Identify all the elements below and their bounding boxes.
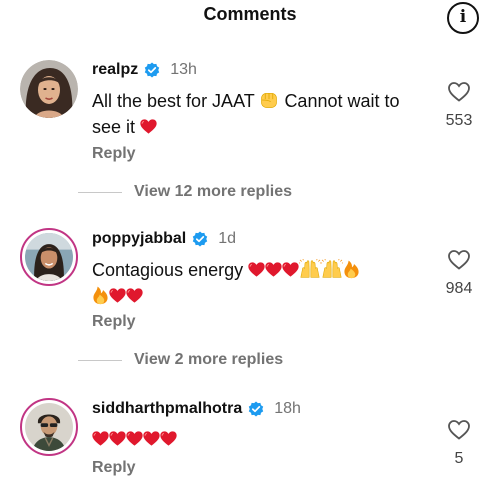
red-heart-emoji-icon [143,431,160,446]
like-count: 984 [445,280,473,297]
reply-button[interactable]: Reply [92,459,136,477]
reply-button[interactable]: Reply [92,145,136,163]
red-heart-emoji-icon [109,288,126,303]
fist-emoji-icon [259,90,279,110]
replies-divider [78,191,122,193]
comment-header: realpz 13h [92,59,197,81]
comment-text-part: Contagious energy [92,260,244,280]
verified-badge-icon [192,231,208,247]
avatar[interactable] [20,60,78,118]
red-heart-emoji-icon [282,262,299,277]
comment-time: 13h [170,61,197,78]
red-heart-emoji-icon [92,431,109,446]
like-count: 5 [454,450,464,467]
like-count: 553 [445,112,473,129]
view-replies-button[interactable]: View 12 more replies [78,182,292,202]
username[interactable]: realpz [92,61,138,79]
comment-text-part: All the best for JAAT [92,91,255,111]
fire-emoji-icon [343,259,360,279]
comment-time: 1d [218,230,237,247]
comments-header: Comments i [0,0,500,34]
raising-hands-emoji-icon [299,259,321,279]
comment-header: poppyjabbal 1d [92,228,236,250]
heart-icon[interactable] [447,80,471,104]
view-replies-label: View 12 more replies [134,183,293,200]
heart-icon[interactable] [447,248,471,272]
raising-hands-emoji-icon [321,259,343,279]
verified-badge-icon [144,62,160,78]
red-heart-emoji-icon [126,431,143,446]
fire-emoji-icon [92,285,109,305]
red-heart-emoji-icon [265,262,282,277]
username[interactable]: siddharthpmalhotra [92,400,242,418]
comment-text: All the best for JAAT Cannot wait to see… [92,88,422,140]
heart-icon[interactable] [447,418,471,442]
view-replies-button[interactable]: View 2 more replies [78,350,283,370]
replies-divider [78,359,122,361]
username[interactable]: poppyjabbal [92,230,186,248]
red-heart-emoji-icon [126,288,143,303]
info-icon[interactable]: i [447,2,479,34]
avatar[interactable] [20,228,78,286]
reply-button[interactable]: Reply [92,313,136,331]
avatar[interactable] [20,398,78,456]
page-title: Comments [203,4,297,24]
view-replies-label: View 2 more replies [134,351,284,368]
comment-time: 18h [274,400,301,417]
comment-text: Contagious energy [92,257,422,309]
red-heart-emoji-icon [140,119,157,134]
verified-badge-icon [248,401,264,417]
red-heart-emoji-icon [248,262,265,277]
red-heart-emoji-icon [109,431,126,446]
comment-header: siddharthpmalhotra 18h [92,398,301,420]
red-heart-emoji-icon [160,431,177,446]
comment-text [92,426,422,452]
